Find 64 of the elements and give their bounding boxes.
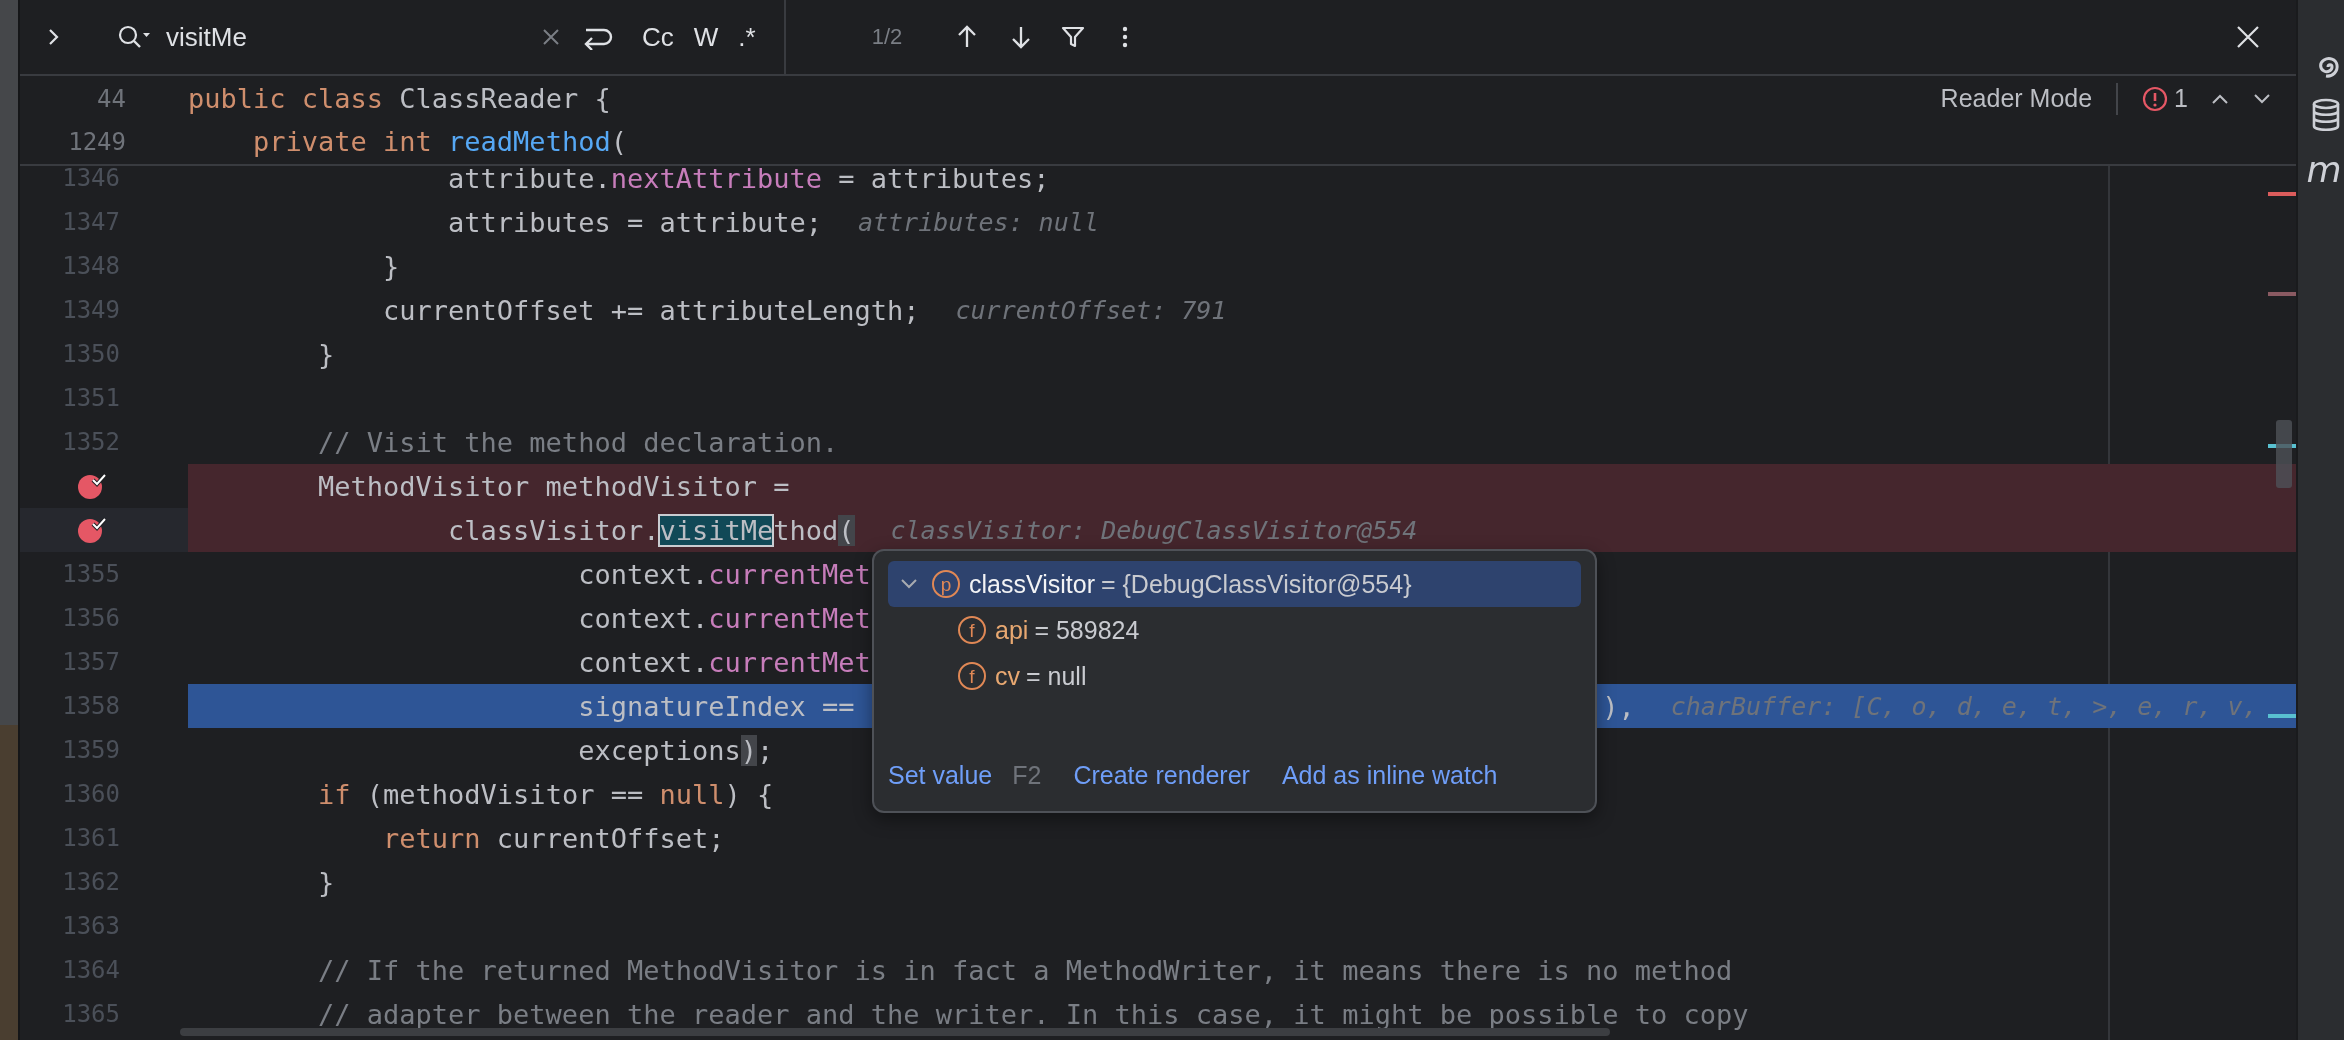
search-option-toggle[interactable]: Cc — [636, 17, 680, 57]
variable-badge-icon: f — [958, 616, 986, 644]
search-field[interactable]: visitMe — [166, 21, 536, 53]
code-line: } — [317, 866, 335, 898]
code-line: // Visit the method declaration. — [317, 426, 839, 458]
horizontal-scrollbar[interactable] — [180, 1028, 1610, 1036]
code-line: context.currentMet — [577, 646, 871, 678]
inline-value-hint: charBuffer: [C, o, d, e, t, >, e, r, v, — [1670, 691, 2258, 721]
variable-value: = {DebugClassVisitor@554} — [1100, 569, 1412, 599]
database-icon[interactable] — [2311, 98, 2341, 132]
inline-value-hint: classVisitor: DebugClassVisitor@554 — [890, 515, 1418, 545]
search-option-toggle[interactable]: .* — [732, 17, 762, 57]
search-option-toggle[interactable]: W — [687, 17, 725, 57]
code-line: ), — [1602, 690, 1635, 722]
popup-action-link[interactable]: Add as inline watch — [1281, 760, 1498, 790]
tree-item[interactable]: p classVisitor = {DebugClassVisitor@554} — [888, 561, 1581, 607]
code-line: return currentOffset; — [382, 822, 725, 854]
code-line: public class ClassReader { — [188, 83, 611, 114]
breakpoint-icon[interactable] — [76, 515, 108, 545]
tool-window-label[interactable]: m — [2306, 150, 2342, 190]
line-number: 44 — [96, 84, 126, 113]
variable-value: = 589824 — [1034, 615, 1140, 645]
chevron-down-icon[interactable] — [2252, 91, 2272, 106]
line-number: 1249 — [67, 127, 126, 156]
code-line: private int readMethod( — [252, 126, 627, 157]
code-line: context.currentMet — [577, 602, 871, 634]
reader-mode-label[interactable]: Reader Mode — [1940, 84, 2093, 113]
match-count: 1/2 — [871, 24, 904, 50]
close-icon[interactable] — [2236, 25, 2260, 49]
error-stripe-mark — [2268, 192, 2296, 196]
code-line: context.currentMet — [577, 558, 871, 590]
problems-count: 1 — [2174, 84, 2188, 113]
inline-value-hint: currentOffset: 791 — [955, 295, 1227, 325]
tree-item[interactable]: f cv = null — [888, 653, 1581, 699]
clear-icon[interactable] — [542, 28, 560, 46]
code-line: classVisitor.visitMethod( — [447, 514, 855, 546]
variable-name: cv — [995, 661, 1020, 691]
scrollbar-thumb[interactable] — [2276, 420, 2292, 488]
code-line: } — [382, 250, 400, 282]
breakpoint-icon[interactable] — [76, 471, 108, 501]
code-line: currentOffset += attributeLength; — [382, 294, 920, 326]
filter-icon[interactable] — [1060, 25, 1085, 49]
popup-action-link[interactable]: Set value — [888, 760, 993, 790]
error-stripe-mark — [2268, 714, 2296, 718]
variable-name: classVisitor — [969, 569, 1095, 599]
shortcut-label: F2 — [1012, 760, 1042, 790]
code-line: signatureIndex == — [577, 690, 855, 722]
code-line: attribute.nextAttribute = attributes; — [447, 166, 1050, 194]
code-line: } — [317, 338, 335, 370]
error-stripe-mark — [2268, 292, 2296, 296]
variable-badge-icon: p — [932, 570, 960, 598]
variable-value: = null — [1026, 661, 1087, 691]
inline-value-hint: attributes: null — [857, 207, 1099, 237]
code-line: MethodVisitor methodVisitor = — [317, 470, 790, 502]
variable-name: api — [995, 615, 1029, 645]
variable-badge-icon: f — [958, 662, 986, 690]
tree-item[interactable]: f api = 589824 — [888, 607, 1581, 653]
code-line: attributes = attribute; — [447, 206, 822, 238]
code-line: if (methodVisitor == null) { — [317, 778, 774, 810]
error-icon[interactable] — [2142, 85, 2169, 112]
popup-action-link[interactable]: Create renderer — [1073, 760, 1250, 790]
code-line: exceptions); — [577, 734, 774, 766]
code-line: // adapter between the reader and the writer. In this case, it might be possible to copy — [317, 998, 1749, 1030]
code-line: // If the returned MethodVisitor is in fact a MethodWriter, it means there is no method — [317, 954, 1733, 986]
